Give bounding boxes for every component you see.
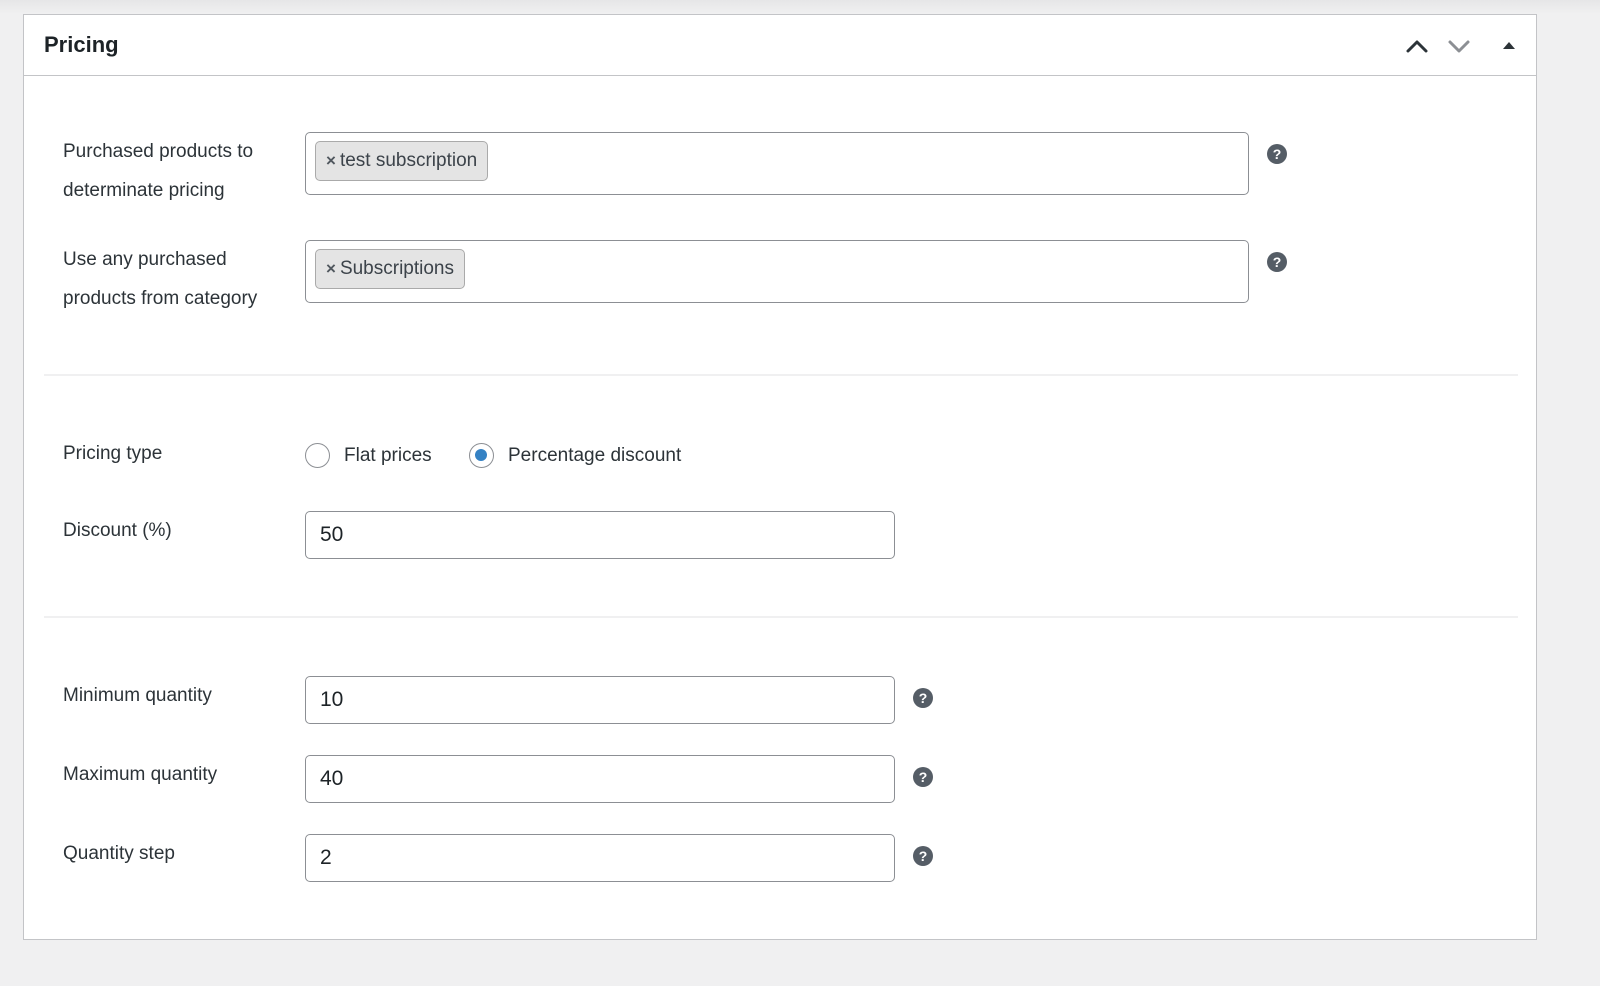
products-label: Purchased products to determinate pricin…	[63, 132, 253, 210]
chevron-down-icon	[1448, 40, 1470, 53]
products-label-line2: determinate pricing	[63, 180, 225, 201]
discount-input[interactable]: 50	[305, 511, 895, 559]
chevron-up-icon	[1406, 40, 1428, 53]
flat-prices-radio[interactable]	[305, 443, 330, 468]
min-quantity-input[interactable]: 10	[305, 676, 895, 724]
max-quantity-input[interactable]: 40	[305, 755, 895, 803]
product-tag-label: test subscription	[339, 150, 478, 171]
discount-label: Discount (%)	[63, 520, 172, 541]
max-quantity-help-icon[interactable]: ?	[913, 767, 933, 787]
category-label-line2: products from category	[63, 288, 258, 309]
quantity-step-input[interactable]: 2	[305, 834, 895, 882]
section-divider	[44, 616, 1518, 618]
panel-header: Pricing	[24, 15, 1536, 76]
percentage-discount-label[interactable]: Percentage discount	[508, 443, 681, 469]
percentage-discount-radio[interactable]	[469, 443, 494, 468]
products-select[interactable]: × test subscription	[305, 132, 1249, 195]
flat-prices-label[interactable]: Flat prices	[344, 443, 432, 469]
category-label: Use any purchased products from category	[63, 240, 257, 318]
products-label-line1: Purchased products to	[63, 141, 254, 162]
move-up-button[interactable]	[1404, 33, 1430, 59]
max-quantity-label: Maximum quantity	[63, 764, 218, 785]
section-divider	[44, 374, 1518, 376]
category-help-icon[interactable]: ?	[1267, 252, 1287, 272]
remove-tag-icon[interactable]: ×	[326, 151, 336, 170]
page-top-strip	[0, 0, 1600, 14]
move-down-button[interactable]	[1446, 33, 1472, 59]
category-select[interactable]: × Subscriptions	[305, 240, 1249, 303]
toggle-panel-button[interactable]	[1496, 33, 1522, 59]
category-label-line1: Use any purchased	[63, 249, 227, 270]
pricing-type-label: Pricing type	[63, 443, 163, 464]
triangle-up-icon	[1503, 42, 1515, 49]
panel-title: Pricing	[44, 32, 119, 57]
quantity-step-help-icon[interactable]: ?	[913, 846, 933, 866]
remove-tag-icon[interactable]: ×	[326, 259, 336, 278]
quantity-step-label: Quantity step	[63, 843, 175, 864]
min-quantity-label: Minimum quantity	[63, 685, 212, 706]
min-quantity-help-icon[interactable]: ?	[913, 688, 933, 708]
pricing-panel: Pricing Purchased products to determinat…	[23, 14, 1537, 940]
category-tag: × Subscriptions	[315, 249, 465, 289]
product-tag: × test subscription	[315, 141, 489, 181]
category-tag-label: Subscriptions	[339, 258, 454, 279]
products-help-icon[interactable]: ?	[1267, 144, 1287, 164]
